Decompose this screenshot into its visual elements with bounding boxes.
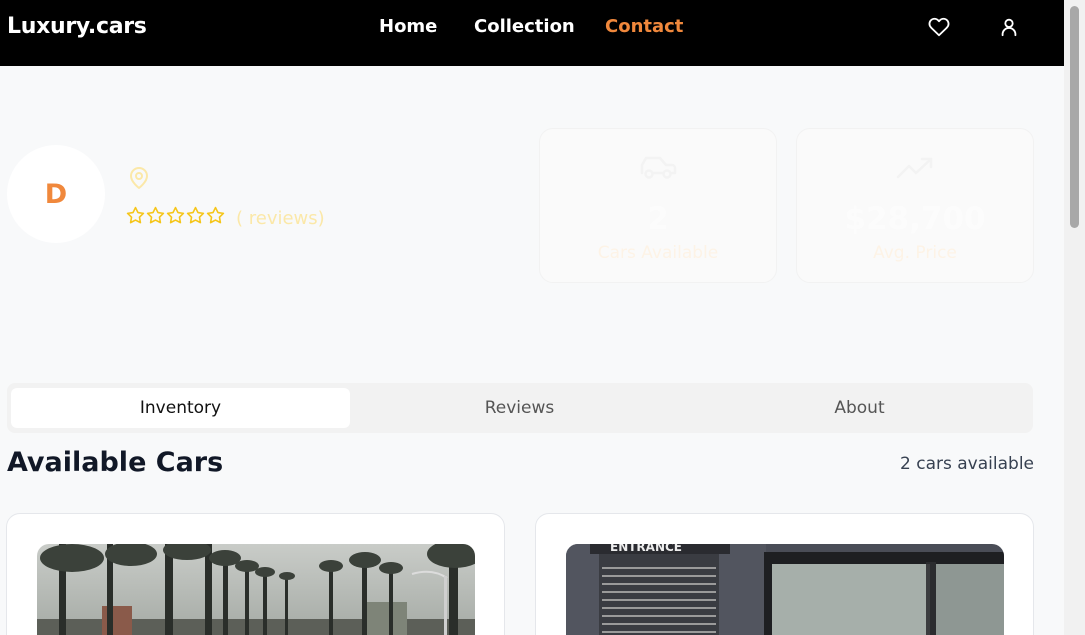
rating-stars	[126, 206, 225, 225]
nav-link-collection[interactable]: Collection	[474, 16, 575, 37]
star-icon	[186, 206, 205, 224]
star-icon	[166, 206, 185, 224]
scrollbar-thumb[interactable]	[1070, 6, 1079, 228]
cars-count: 2 cars available	[900, 454, 1034, 474]
heart-icon[interactable]	[928, 16, 950, 38]
navbar: Luxury.cars Home Collection Contact	[0, 0, 1064, 66]
car-card[interactable]: ENTRANCE	[535, 513, 1034, 635]
tab-bar: Inventory Reviews About	[7, 383, 1033, 433]
star-icon	[146, 206, 165, 224]
tab-reviews[interactable]: Reviews	[350, 388, 689, 428]
tab-inventory[interactable]: Inventory	[11, 388, 350, 428]
tab-about[interactable]: About	[690, 388, 1029, 428]
map-pin-icon	[127, 166, 151, 190]
star-icon	[206, 206, 225, 224]
stat-label-price: Avg. Price	[873, 243, 957, 263]
stat-value-cars: 2	[647, 201, 669, 237]
stat-label-cars: Cars Available	[597, 243, 719, 263]
logo[interactable]: Luxury.cars	[7, 14, 147, 39]
nav-link-home[interactable]: Home	[379, 16, 437, 37]
stat-card-cars: 2 Cars Available	[539, 128, 777, 283]
stat-value-price: $28,700	[844, 201, 986, 237]
car-card[interactable]	[6, 513, 505, 635]
entrance-sign: ENTRANCE	[610, 544, 682, 554]
trending-up-icon	[895, 153, 935, 183]
scrollbar[interactable]	[1064, 0, 1085, 635]
user-icon[interactable]	[998, 16, 1020, 38]
car-image-palm-street[interactable]	[37, 544, 475, 635]
car-image-garage-entrance[interactable]: ENTRANCE	[566, 544, 1004, 635]
dealer-avatar: D	[7, 145, 105, 243]
car-icon	[638, 153, 678, 183]
reviews-count: ( reviews)	[236, 208, 325, 229]
star-icon	[126, 206, 145, 224]
stat-card-price: $28,700 Avg. Price	[796, 128, 1034, 283]
section-title: Available Cars	[7, 447, 224, 478]
nav-link-contact[interactable]: Contact	[605, 16, 683, 37]
